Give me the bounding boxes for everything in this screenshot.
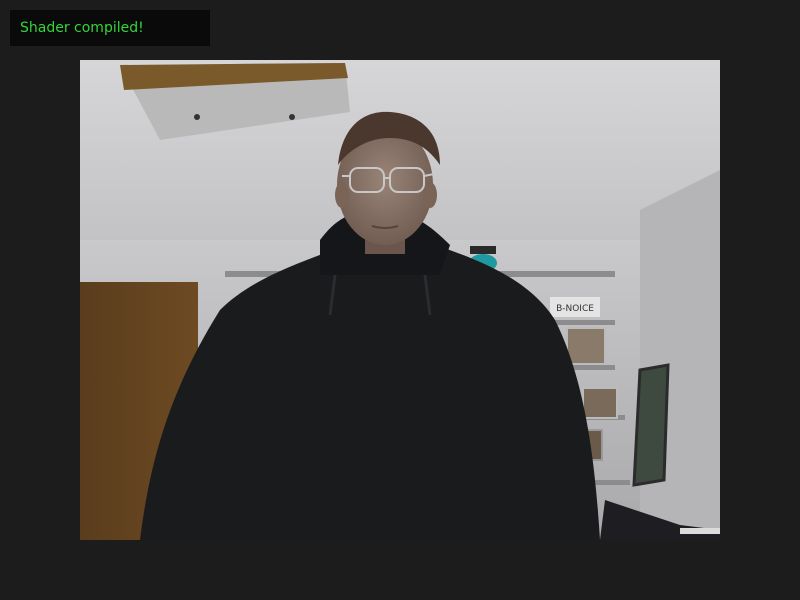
noice-sign: B-NOICE (550, 297, 600, 317)
shader-status-message: Shader compiled! (20, 20, 144, 36)
right-wall (640, 170, 720, 540)
wall-art (632, 363, 670, 487)
picture-frame (566, 327, 606, 365)
shader-status-panel: Shader compiled! (10, 10, 210, 46)
webcam-video-feed: B-NOICE (80, 60, 720, 540)
svg-text:B-NOICE: B-NOICE (556, 304, 594, 314)
picture-frame (582, 387, 618, 419)
